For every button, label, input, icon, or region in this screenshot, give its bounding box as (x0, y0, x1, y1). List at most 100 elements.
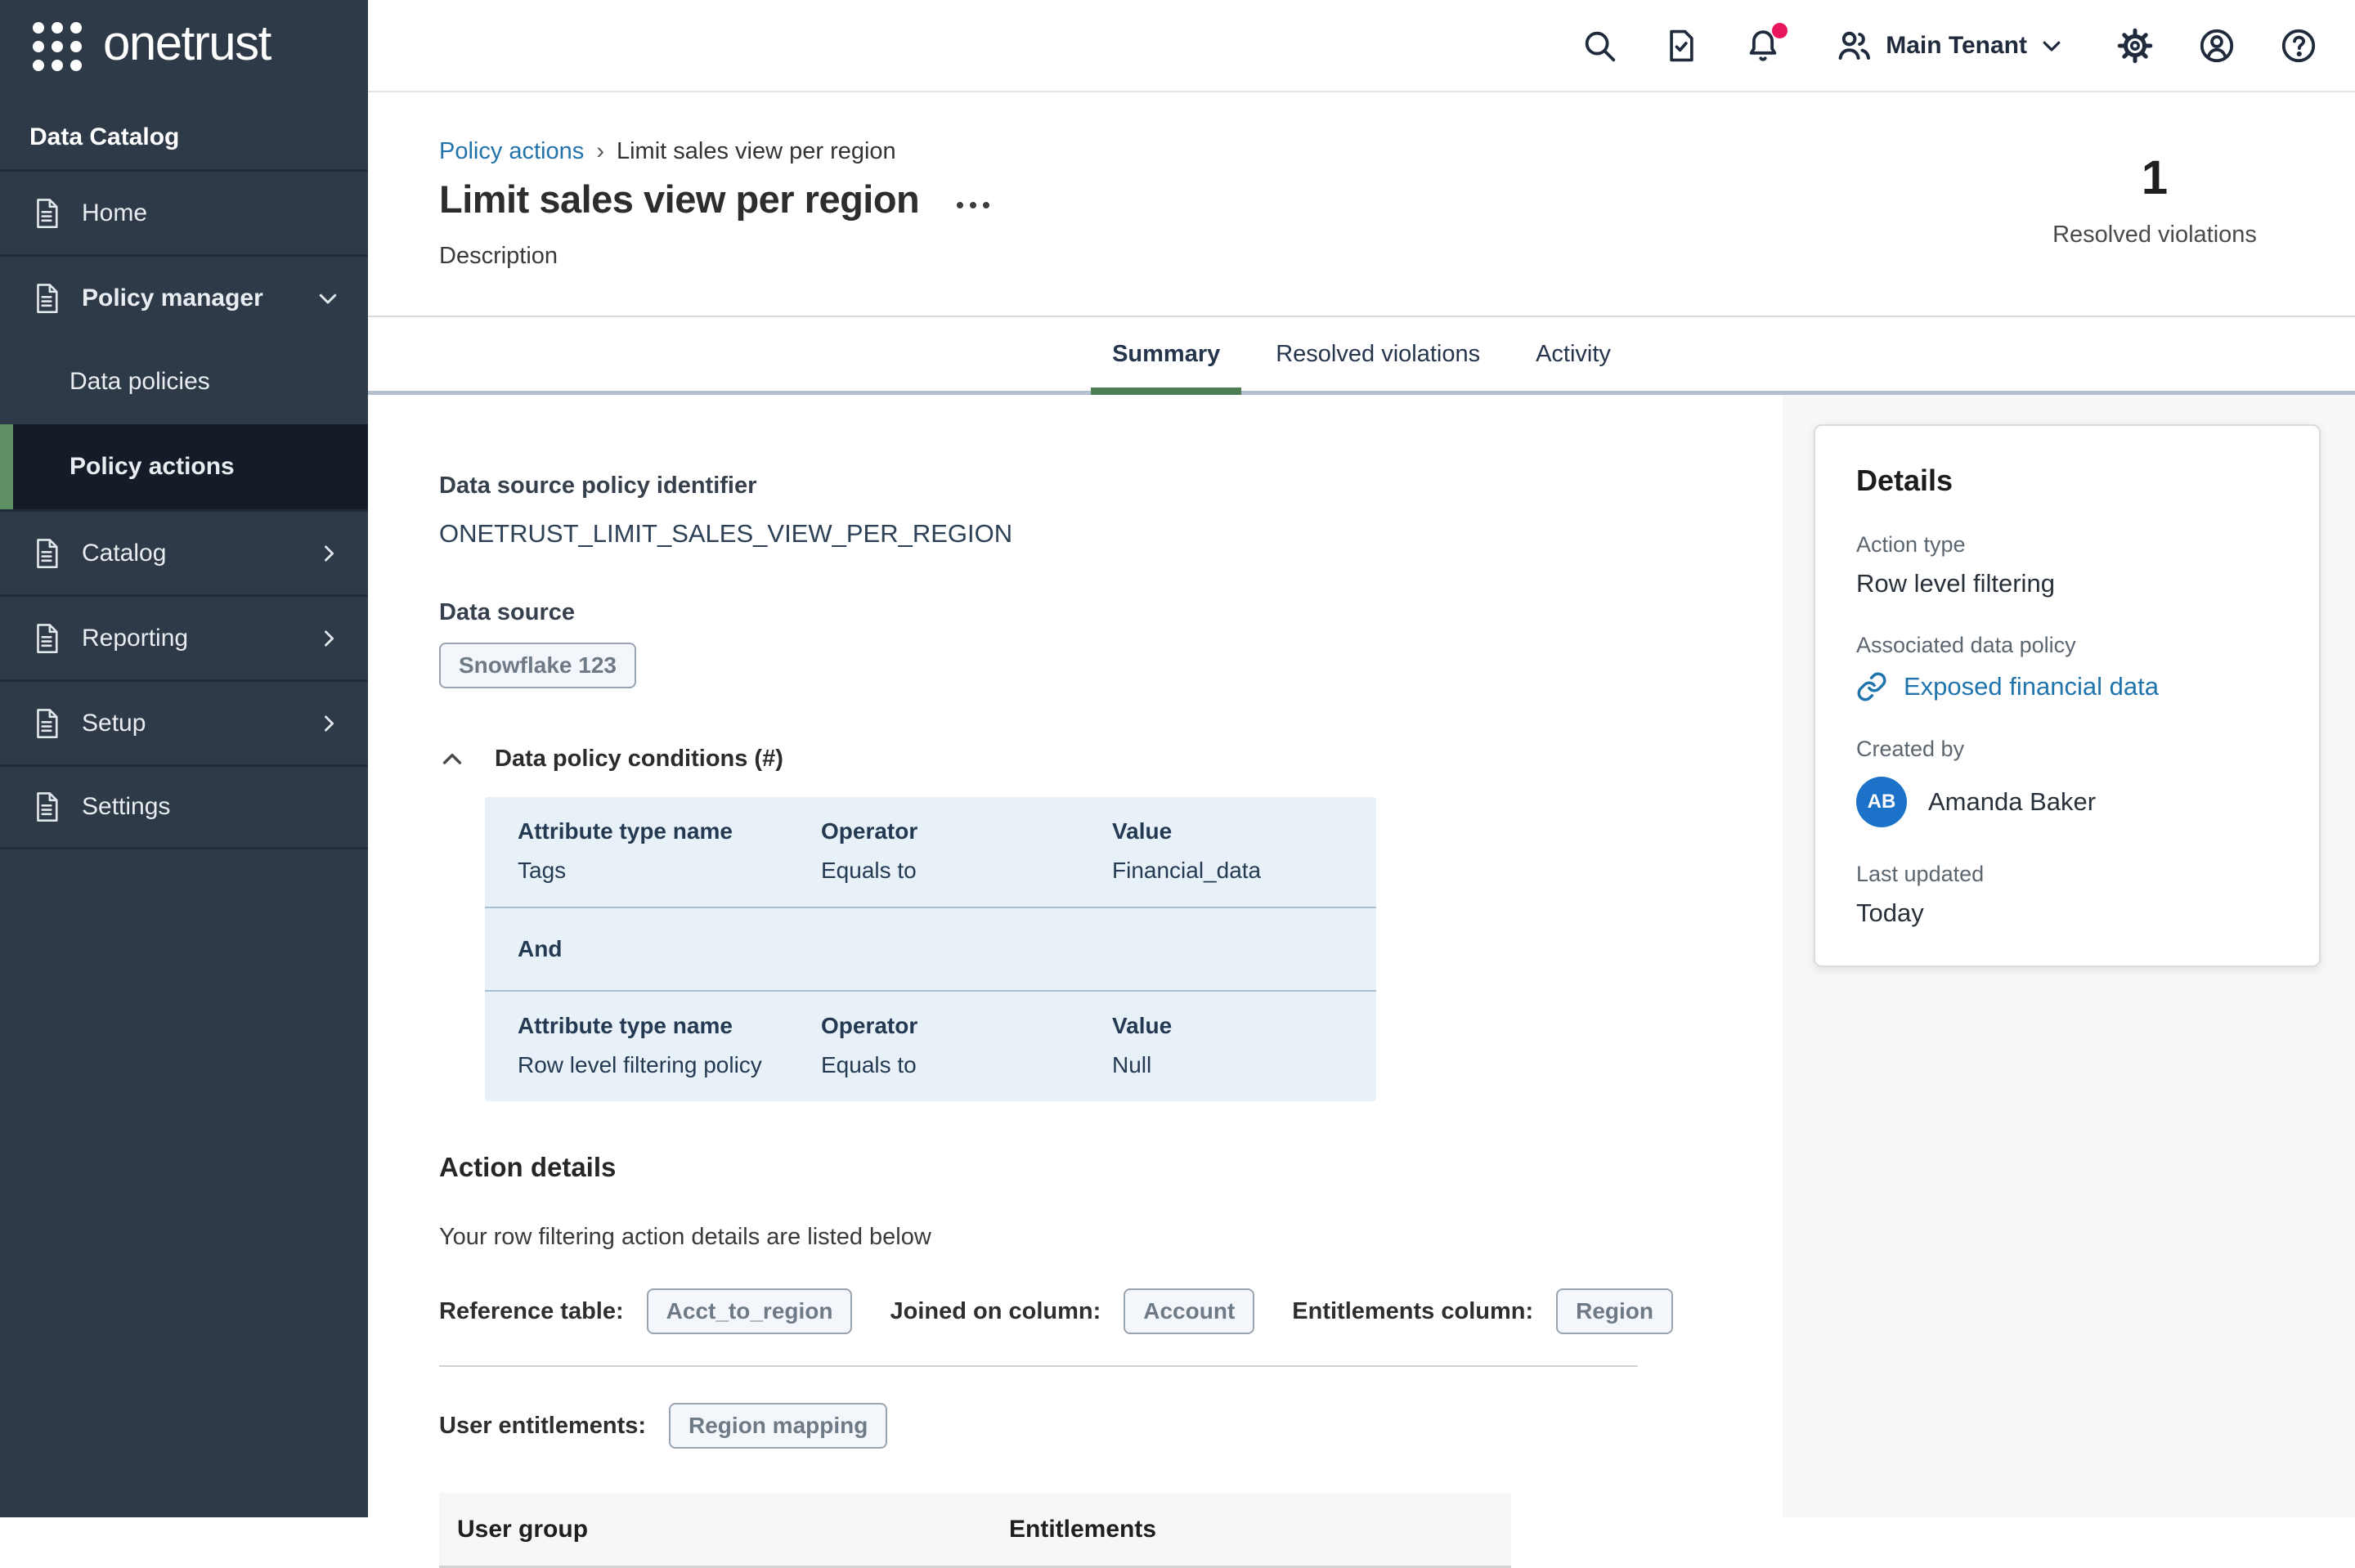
action-details-subtitle: Your row filtering action details are li… (439, 1224, 1783, 1251)
conditions-title: Data policy conditions (#) (495, 746, 783, 773)
condition-connector: And (485, 908, 1376, 990)
tab-activity[interactable]: Activity (1514, 317, 1632, 391)
sidebar-item-label: Reporting (82, 625, 188, 652)
associated-policy-link[interactable]: Exposed financial data (1856, 671, 2278, 702)
tab-resolved-violations[interactable]: Resolved violations (1254, 317, 1501, 391)
data-source-label: Data source (439, 599, 1783, 626)
sidebar-item-label: Settings (82, 793, 170, 821)
user-entitlements-chip[interactable]: Region mapping (669, 1403, 887, 1449)
joined-on-chip[interactable]: Account (1124, 1288, 1254, 1334)
condition-value: Null (1112, 1052, 1376, 1078)
main-area: Main Tenant Policy actions › Limit sales… (368, 0, 2355, 1517)
action-type-value: Row level filtering (1856, 569, 2278, 598)
summary-panel: Data source policy identifier ONETRUST_L… (368, 395, 1783, 1517)
sidebar-item-label: Setup (82, 710, 146, 737)
collapse-chevron-up-icon[interactable] (439, 746, 465, 773)
sidebar-item-setup[interactable]: Setup (0, 679, 368, 764)
divider (439, 1365, 1638, 1367)
sidebar-item-policy-manager[interactable]: Policy manager (0, 254, 368, 339)
data-source-chip[interactable]: Snowflake 123 (439, 643, 636, 688)
search-icon[interactable] (1579, 25, 1620, 66)
sidebar-item-policy-actions[interactable]: Policy actions (0, 424, 368, 509)
associated-policy-link-text: Exposed financial data (1904, 672, 2159, 701)
entitlements-table: User group Entitlements (439, 1493, 1511, 1568)
sidebar-item-catalog[interactable]: Catalog (0, 509, 368, 594)
condition-operator: Equals to (821, 858, 1112, 884)
notifications-bell-icon[interactable] (1743, 25, 1783, 66)
sidebar-item-label: Data policies (70, 368, 210, 396)
sidebar-nav: Home Policy manager Data policies Policy… (0, 169, 368, 849)
action-details-title: Action details (439, 1152, 1783, 1183)
created-by-label: Created by (1856, 737, 2278, 762)
document-icon (29, 281, 64, 316)
tab-summary[interactable]: Summary (1091, 317, 1241, 391)
sidebar-item-label: Policy actions (70, 453, 235, 481)
chevron-down-icon (2039, 34, 2064, 58)
chevron-right-icon (317, 627, 340, 650)
user-entitlements-label: User entitlements: (439, 1413, 646, 1440)
table-header-user-group: User group (457, 1516, 1009, 1543)
sidebar: onetrust Data Catalog Home Policy manage… (0, 0, 368, 1517)
created-by-value: Amanda Baker (1928, 787, 2096, 817)
chevron-right-icon (317, 712, 340, 735)
reference-table-chip[interactable]: Acct_to_region (647, 1288, 853, 1334)
document-icon (29, 621, 64, 656)
app-name: Data Catalog (0, 92, 368, 169)
entitlements-column-label: Entitlements column: (1292, 1298, 1533, 1325)
conditions-panel: Attribute type name Operator Value Tags … (485, 797, 1376, 1101)
table-header-entitlements: Entitlements (1009, 1516, 1511, 1543)
table-header-row: User group Entitlements (439, 1493, 1511, 1568)
sidebar-item-label: Policy manager (82, 284, 263, 312)
document-icon (29, 790, 64, 824)
content-body: Data source policy identifier ONETRUST_L… (368, 395, 2355, 1517)
chevron-down-icon (316, 286, 340, 311)
document-check-icon[interactable] (1661, 25, 1702, 66)
brand-logo[interactable]: onetrust (0, 0, 368, 92)
condition-operator: Equals to (821, 1052, 1112, 1078)
brand-logo-text: onetrust (103, 19, 271, 74)
link-icon (1856, 671, 1887, 702)
sidebar-item-settings[interactable]: Settings (0, 764, 368, 849)
condition-attribute: Tags (518, 858, 821, 884)
more-options-icon[interactable] (957, 190, 989, 208)
tenant-label: Main Tenant (1886, 32, 2027, 60)
tab-bar: Summary Resolved violations Activity (368, 317, 2355, 395)
condition-col-attribute: Attribute type name (518, 818, 821, 844)
chevron-right-icon (317, 542, 340, 565)
sidebar-item-reporting[interactable]: Reporting (0, 594, 368, 679)
details-card: Details Action type Row level filtering … (1814, 424, 2321, 967)
action-type-label: Action type (1856, 532, 2278, 558)
associated-policy-label: Associated data policy (1856, 633, 2278, 658)
people-icon (1834, 26, 1873, 65)
topbar: Main Tenant (368, 0, 2355, 92)
sidebar-item-label: Home (82, 199, 147, 227)
breadcrumb-policy-actions-link[interactable]: Policy actions (439, 138, 584, 165)
last-updated-value: Today (1856, 898, 2278, 928)
condition-attribute: Row level filtering policy (518, 1052, 821, 1078)
sidebar-item-home[interactable]: Home (0, 169, 368, 254)
condition-col-attribute: Attribute type name (518, 1013, 821, 1039)
joined-on-label: Joined on column: (890, 1298, 1101, 1325)
identifier-label: Data source policy identifier (439, 473, 1783, 500)
identifier-value: ONETRUST_LIMIT_SALES_VIEW_PER_REGION (439, 519, 1783, 549)
notification-dot (1772, 23, 1788, 38)
breadcrumb-current: Limit sales view per region (617, 138, 896, 165)
gear-icon[interactable] (2115, 25, 2155, 66)
entitlements-column-chip[interactable]: Region (1556, 1288, 1673, 1334)
help-icon[interactable] (2278, 25, 2319, 66)
sidebar-item-label: Catalog (82, 540, 166, 567)
last-updated-label: Last updated (1856, 862, 2278, 887)
account-icon[interactable] (2196, 25, 2237, 66)
document-icon (29, 706, 64, 741)
stat-value: 1 (2028, 155, 2281, 202)
tenant-switcher[interactable]: Main Tenant (1834, 26, 2064, 65)
stat-label: Resolved violations (2028, 222, 2281, 249)
document-icon (29, 536, 64, 571)
condition-col-operator: Operator (821, 818, 1112, 844)
app-grid-icon (33, 22, 82, 71)
document-icon (29, 196, 64, 231)
condition-col-operator: Operator (821, 1013, 1112, 1039)
page-header: Policy actions › Limit sales view per re… (368, 92, 2355, 317)
resolved-violations-stat: 1 Resolved violations (2028, 155, 2281, 249)
sidebar-item-data-policies[interactable]: Data policies (0, 339, 368, 424)
